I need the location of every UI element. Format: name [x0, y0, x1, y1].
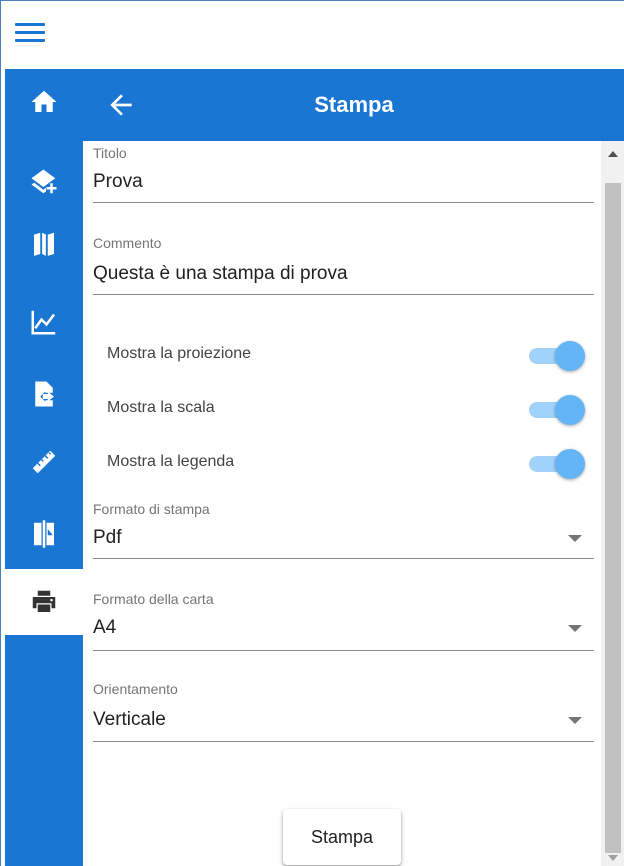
- sidebar-item-compare[interactable]: [5, 501, 83, 567]
- app-frame: Stampa Titolo Prova Commento Questa è un…: [0, 0, 624, 866]
- file-export-icon: [35, 381, 54, 407]
- back-button[interactable]: [105, 89, 137, 121]
- scroll-up-arrow-icon[interactable]: [608, 151, 618, 157]
- switch-legenda-toggle[interactable]: [529, 446, 585, 480]
- hamburger-menu-icon[interactable]: [15, 21, 45, 45]
- orientamento-value[interactable]: Verticale: [93, 709, 166, 731]
- sidebar-item-measure[interactable]: [5, 429, 83, 495]
- orientamento-label: Orientamento: [93, 681, 178, 697]
- ruler-icon: [32, 450, 56, 474]
- commento-input[interactable]: Questa è una stampa di prova: [93, 263, 348, 285]
- page-title: Stampa: [314, 92, 394, 117]
- orientamento-select[interactable]: Orientamento Verticale: [93, 677, 594, 742]
- compare-icon: [34, 520, 54, 548]
- panel-header: Stampa: [83, 69, 624, 141]
- switch-scala-row: Mostra la scala: [107, 389, 585, 429]
- switch-proiezione-toggle[interactable]: [529, 338, 585, 372]
- scrollbar-thumb[interactable]: [605, 183, 621, 853]
- switch-scala-toggle[interactable]: [529, 392, 585, 426]
- chart-line-icon: [31, 310, 56, 335]
- add-layer-icon: [31, 169, 57, 194]
- switch-scala-label: Mostra la scala: [107, 399, 215, 416]
- switch-proiezione-label: Mostra la proiezione: [107, 345, 252, 362]
- sidebar-item-home[interactable]: [5, 69, 83, 135]
- commento-label: Commento: [93, 235, 162, 251]
- stampa-button[interactable]: Stampa: [283, 809, 401, 865]
- vertical-scrollbar[interactable]: [601, 141, 624, 866]
- chevron-down-icon[interactable]: [568, 717, 582, 724]
- formato-stampa-label: Formato di stampa: [93, 501, 210, 517]
- commento-field[interactable]: Commento Questa è una stampa di prova: [93, 223, 594, 295]
- sidebar: [5, 69, 83, 866]
- sidebar-item-add-layer[interactable]: [5, 149, 83, 215]
- top-bar: [1, 1, 624, 69]
- formato-stampa-value[interactable]: Pdf: [93, 527, 122, 549]
- titolo-field[interactable]: Titolo Prova: [93, 141, 594, 203]
- print-form: Titolo Prova Commento Questa è una stamp…: [83, 141, 601, 866]
- formato-carta-value[interactable]: A4: [93, 617, 116, 639]
- scroll-down-arrow-icon[interactable]: [608, 855, 618, 861]
- print-panel: Stampa Titolo Prova Commento Questa è un…: [83, 69, 624, 866]
- arrow-left-icon: [110, 94, 132, 116]
- sidebar-item-map[interactable]: [5, 211, 83, 277]
- switch-proiezione-row: Mostra la proiezione: [107, 335, 585, 375]
- home-icon: [31, 90, 57, 112]
- chevron-down-icon[interactable]: [568, 535, 582, 542]
- formato-carta-select[interactable]: Formato della carta A4: [93, 587, 594, 651]
- sidebar-item-export[interactable]: [5, 361, 83, 427]
- sidebar-item-charts[interactable]: [5, 289, 83, 355]
- sidebar-item-print[interactable]: [5, 569, 83, 635]
- formato-stampa-select[interactable]: Formato di stampa Pdf: [93, 497, 594, 559]
- formato-carta-label: Formato della carta: [93, 591, 214, 607]
- titolo-label: Titolo: [93, 145, 127, 161]
- switch-legenda-row: Mostra la legenda: [107, 443, 585, 483]
- switch-legenda-label: Mostra la legenda: [107, 453, 235, 470]
- titolo-input[interactable]: Prova: [93, 171, 143, 193]
- chevron-down-icon[interactable]: [568, 625, 582, 632]
- map-icon: [34, 232, 54, 256]
- printer-icon: [32, 590, 56, 612]
